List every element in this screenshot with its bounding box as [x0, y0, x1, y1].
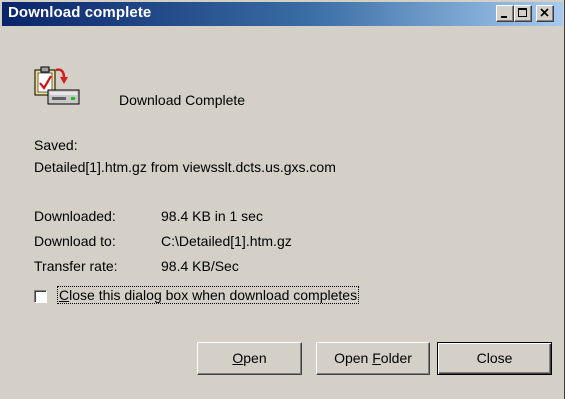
downloaded-value: 98.4 KB in 1 sec: [161, 208, 263, 224]
close-window-button[interactable]: [536, 5, 554, 22]
download-complete-dialog: Download complete Download Complete Save…: [0, 0, 565, 399]
download-complete-icon: [34, 66, 80, 105]
transfer-rate-label: Transfer rate:: [34, 258, 118, 274]
saved-file-value: Detailed[1].htm.gz from viewsslt.dcts.us…: [34, 159, 336, 175]
download-to-value: C:\Detailed[1].htm.gz: [161, 233, 292, 249]
close-icon: [540, 8, 549, 17]
close-when-done-checkbox[interactable]: [34, 290, 47, 303]
maximize-button[interactable]: [514, 5, 532, 22]
dialog-heading: Download Complete: [119, 92, 246, 108]
saved-label: Saved:: [34, 137, 78, 153]
open-folder-button[interactable]: Open Folder: [316, 342, 430, 375]
download-to-label: Download to:: [34, 233, 116, 249]
transfer-rate-value: 98.4 KB/Sec: [161, 258, 239, 274]
close-button[interactable]: Close: [437, 342, 552, 375]
window-title: Download complete: [8, 4, 152, 21]
minimize-button[interactable]: [496, 5, 514, 22]
title-bar[interactable]: Download complete: [2, 2, 563, 26]
open-button[interactable]: Open: [197, 342, 302, 375]
minimize-icon: [501, 16, 507, 18]
downloaded-label: Downloaded:: [34, 208, 116, 224]
maximize-icon: [518, 8, 527, 17]
close-when-done-label[interactable]: Close this dialog box when download comp…: [56, 286, 360, 304]
